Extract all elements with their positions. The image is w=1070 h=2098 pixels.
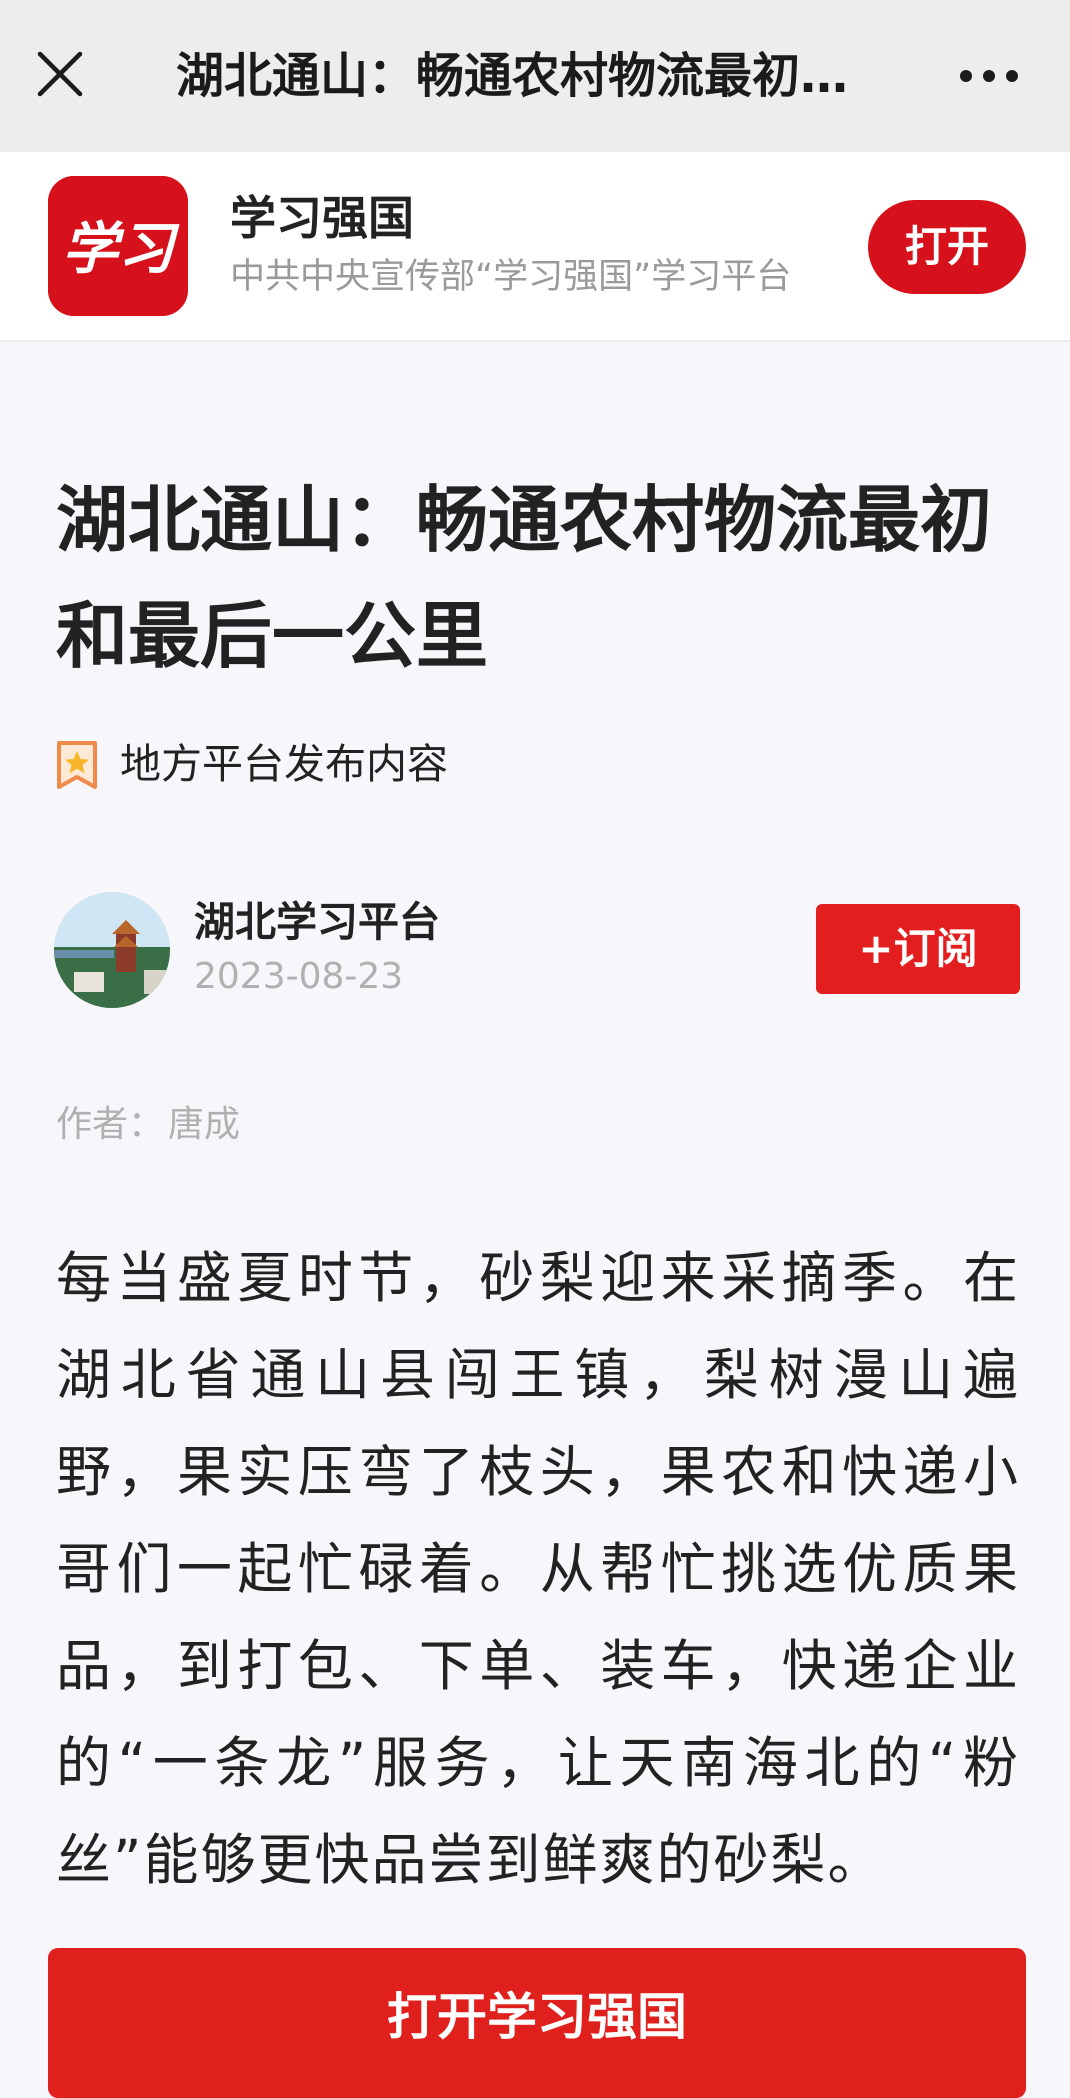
page-title: 湖北通山：畅通农村物流最初和最后一公里 xyxy=(176,48,866,104)
author-byline: 作者： 唐成 xyxy=(56,1098,244,1152)
xuexi-app-logo: 学习 xyxy=(48,176,188,316)
top-navigation-bar: 湖北通山：畅通农村物流最初和最后一公里 xyxy=(0,0,1070,152)
publisher-name[interactable]: 湖北学习平台 xyxy=(194,894,440,950)
article-body: 每当盛夏时节，砂梨迎来采摘季。在湖北省通山县闯王镇，梨树漫山遍野，果实压弯了枝头… xyxy=(56,1246,1020,1892)
publisher-avatar[interactable] xyxy=(54,892,170,1008)
bookmark-star-icon xyxy=(56,740,98,790)
open-app-button[interactable]: 打开学习强国 xyxy=(48,1948,1026,2098)
app-banner: 学习 学习强国 中共中央宣传部“学习强国”学习平台 打开 xyxy=(0,152,1070,342)
subscribe-button[interactable]: +订阅 xyxy=(816,904,1020,994)
source-tag-label: 地方平台发布内容 xyxy=(120,740,448,788)
article-title: 湖北通山：畅通农村物流最初和最后一公里 xyxy=(56,478,993,678)
close-icon[interactable] xyxy=(36,50,84,98)
svg-text:学习: 学习 xyxy=(62,216,180,282)
author-label: 作者： xyxy=(56,1104,165,1145)
app-name: 学习强国 xyxy=(230,191,414,245)
publish-date: 2023-08-23 xyxy=(194,956,404,997)
app-description: 中共中央宣传部“学习强国”学习平台 xyxy=(230,257,792,297)
more-horizontal-icon[interactable] xyxy=(956,56,1022,96)
author-name: 唐成 xyxy=(168,1104,241,1145)
open-app-small-button[interactable]: 打开 xyxy=(868,200,1026,294)
